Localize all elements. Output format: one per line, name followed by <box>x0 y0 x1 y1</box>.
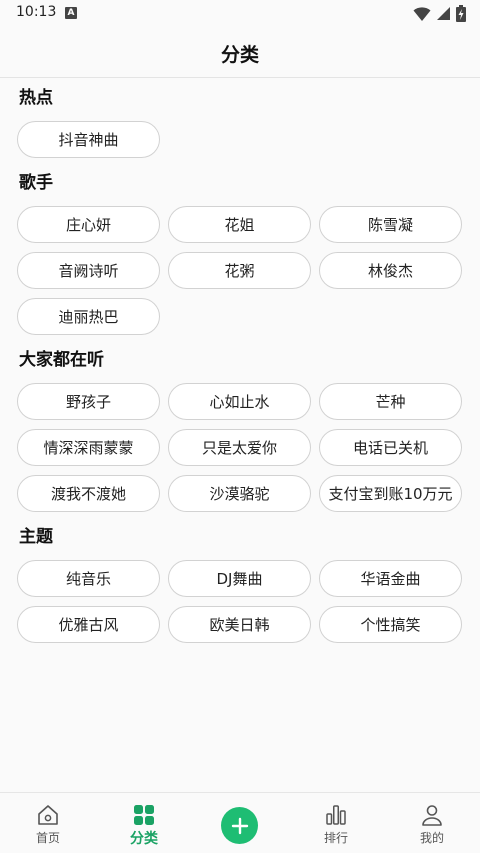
tag-grid: 庄心妍 花姐 陈雪凝 音阙诗听 花粥 林俊杰 迪丽热巴 <box>17 197 463 340</box>
tag-grid: 纯音乐 DJ舞曲 华语金曲 优雅古风 欧美日韩 个性搞笑 <box>17 551 463 648</box>
tag-button[interactable]: 渡我不渡她 <box>17 475 160 512</box>
section-themes: 主题 纯音乐 DJ舞曲 华语金曲 优雅古风 欧美日韩 个性搞笑 <box>0 517 480 648</box>
home-icon <box>38 805 58 825</box>
nav-home[interactable]: 首页 <box>0 793 96 853</box>
section-title: 热点 <box>19 88 53 108</box>
tag-button[interactable]: 华语金曲 <box>319 560 462 597</box>
nav-category-label: 分类 <box>130 831 158 847</box>
ranking-bars-icon <box>326 805 346 825</box>
status-time: 10:13 <box>16 4 57 20</box>
section-title: 歌手 <box>19 173 53 193</box>
tag-button[interactable]: 个性搞笑 <box>319 606 462 643</box>
tag-button[interactable]: 优雅古风 <box>17 606 160 643</box>
nav-ranking[interactable]: 排行 <box>288 793 384 853</box>
nav-ranking-label: 排行 <box>323 831 348 845</box>
section-popular: 大家都在听 野孩子 心如止水 芒种 情深深雨蒙蒙 只是太爱你 电话已关机 渡我不… <box>0 340 480 517</box>
bottom-nav: 首页 分类 排行 我的 <box>0 792 480 853</box>
section-hot: 热点 抖音神曲 <box>0 78 480 163</box>
status-bar: 10:13 A <box>0 0 480 26</box>
notification-icon: A <box>65 7 77 19</box>
nav-category[interactable]: 分类 <box>96 793 192 853</box>
nav-profile[interactable]: 我的 <box>384 793 480 853</box>
tag-button[interactable]: 纯音乐 <box>17 560 160 597</box>
tag-grid: 抖音神曲 <box>17 112 463 163</box>
page-title: 分类 <box>220 44 259 66</box>
tag-grid: 野孩子 心如止水 芒种 情深深雨蒙蒙 只是太爱你 电话已关机 渡我不渡她 沙漠骆… <box>17 374 463 517</box>
tag-button[interactable]: 庄心妍 <box>17 206 160 243</box>
tag-button[interactable]: 心如止水 <box>168 383 311 420</box>
tag-button[interactable]: 花姐 <box>168 206 311 243</box>
tag-button[interactable]: 林俊杰 <box>319 252 462 289</box>
nav-home-label: 首页 <box>35 831 60 845</box>
tag-button[interactable]: DJ舞曲 <box>168 560 311 597</box>
nav-profile-label: 我的 <box>419 831 444 845</box>
tag-button[interactable]: 情深深雨蒙蒙 <box>17 429 160 466</box>
tag-button[interactable]: 花粥 <box>168 252 311 289</box>
wifi-icon <box>413 6 431 21</box>
tag-button[interactable]: 陈雪凝 <box>319 206 462 243</box>
tag-button[interactable]: 沙漠骆驼 <box>168 475 311 512</box>
category-grid-icon <box>134 805 154 825</box>
tag-button[interactable]: 迪丽热巴 <box>17 298 160 335</box>
section-title: 主题 <box>19 527 53 547</box>
status-icons <box>413 5 466 22</box>
app-header: 分类 <box>0 26 480 78</box>
add-button[interactable] <box>221 807 258 844</box>
tag-button[interactable]: 音阙诗听 <box>17 252 160 289</box>
tag-button[interactable]: 电话已关机 <box>319 429 462 466</box>
tag-button[interactable]: 只是太爱你 <box>168 429 311 466</box>
cellular-signal-icon <box>437 7 450 20</box>
tag-button[interactable]: 野孩子 <box>17 383 160 420</box>
section-singers: 歌手 庄心妍 花姐 陈雪凝 音阙诗听 花粥 林俊杰 迪丽热巴 <box>0 163 480 340</box>
profile-icon <box>422 805 442 826</box>
tag-button[interactable]: 芒种 <box>319 383 462 420</box>
tag-button[interactable]: 支付宝到账10万元 <box>319 475 462 512</box>
section-title: 大家都在听 <box>19 350 104 370</box>
category-content: 热点 抖音神曲 歌手 庄心妍 花姐 陈雪凝 音阙诗听 花粥 林俊杰 迪丽热巴 大… <box>0 78 480 648</box>
battery-charging-icon <box>456 5 466 22</box>
add-icon <box>231 817 248 834</box>
tag-button[interactable]: 抖音神曲 <box>17 121 160 158</box>
tag-button[interactable]: 欧美日韩 <box>168 606 311 643</box>
